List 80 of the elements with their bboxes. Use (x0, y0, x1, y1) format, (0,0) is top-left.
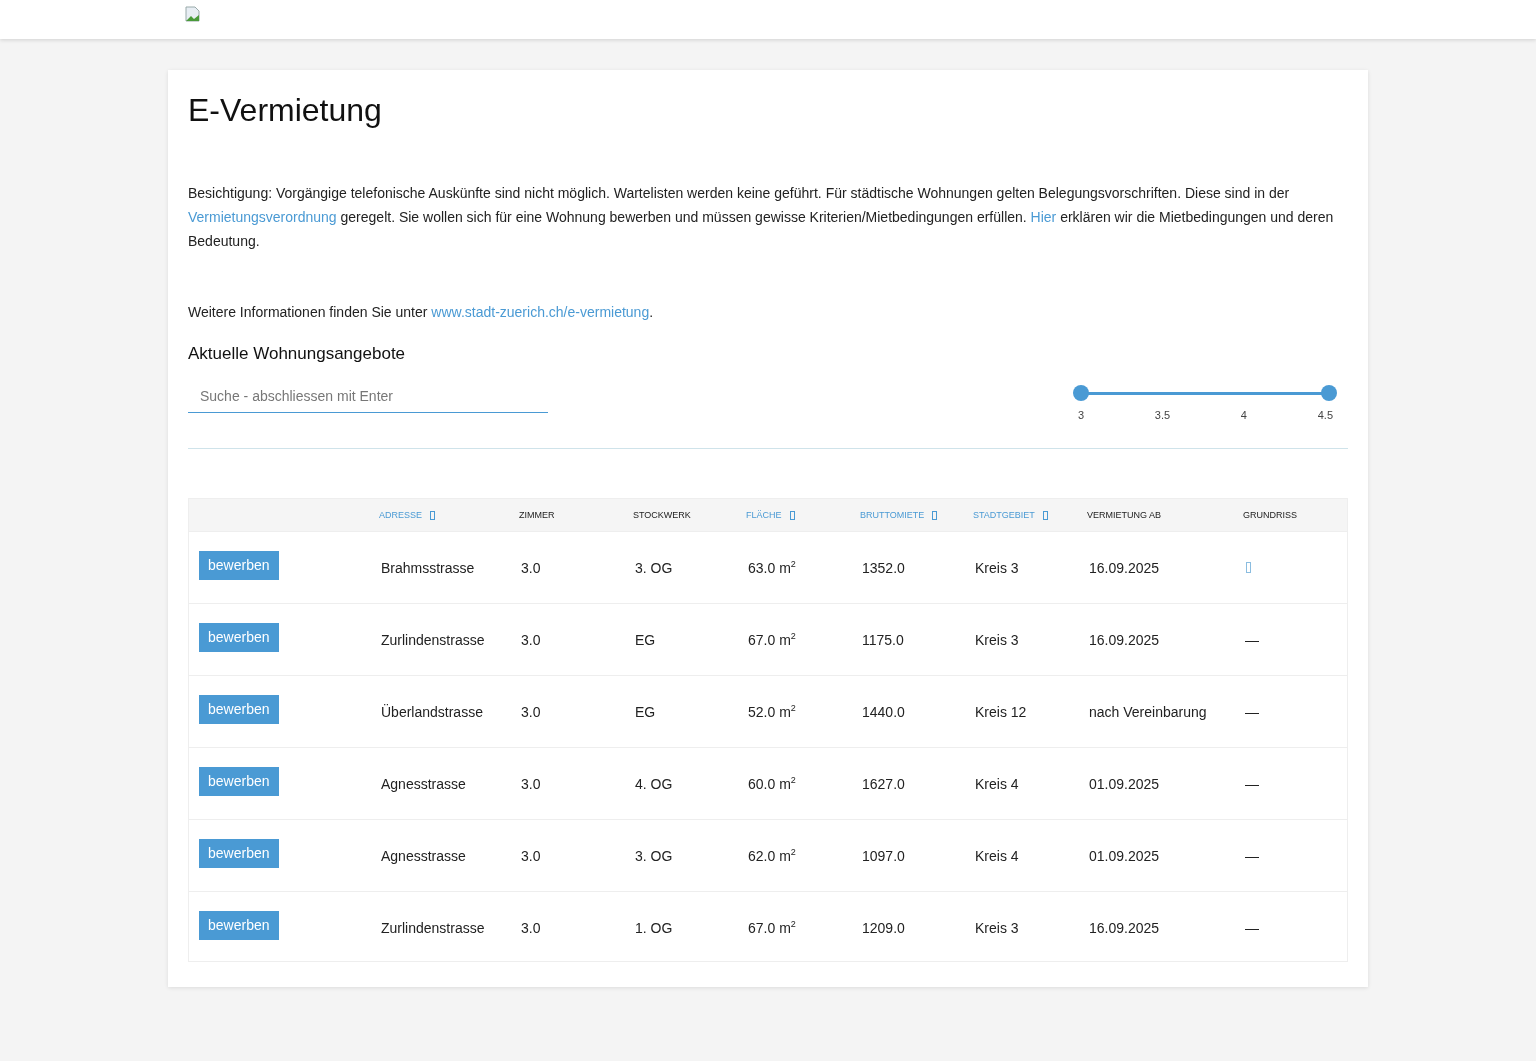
table-cell-text: — (1244, 919, 1259, 936)
column-header[interactable]: STADTGEBIET (973, 510, 1035, 520)
table-cell-text: Kreis 4 (974, 775, 1019, 792)
table-cell-text: 1097.0 (861, 847, 905, 864)
table-cell-text: 3.0 (520, 631, 541, 648)
table-cell-text: Kreis 3 (974, 631, 1019, 648)
table-cell-text: 1352.0 (861, 559, 905, 576)
table-cell-text: 67.0 m$^{2}$ (747, 631, 796, 648)
table-cell-text: 3. OG (634, 847, 673, 864)
apply-button[interactable]: bewerben (199, 839, 279, 868)
table-cell-text: 01.09.2025 (1088, 847, 1160, 864)
sort-icon[interactable] (932, 510, 938, 520)
range-slider[interactable] (1073, 385, 1337, 401)
tick-label: 4.5 (1317, 409, 1333, 421)
floor-plan-icon[interactable] (1246, 562, 1251, 573)
sort-icon[interactable] (430, 510, 435, 520)
text-link[interactable]: Vermietungsverordnung (188, 209, 337, 225)
table-cell-text: 3. OG (634, 559, 673, 576)
table-cell-text: Kreis 12 (974, 703, 1027, 720)
tick-label: 3.5 (1154, 409, 1171, 421)
table-cell-text: — (1244, 775, 1259, 792)
table-cell-text: EG (634, 703, 656, 720)
table-cell-text: 1209.0 (861, 919, 905, 936)
table-cell-text: 52.0 m$^{2}$ (747, 703, 796, 720)
table-cell-text: 1. OG (634, 919, 673, 936)
table-cell-text: Agnesstrasse (380, 775, 466, 792)
section-heading: Aktuelle Wohnungsangebote (188, 344, 407, 364)
table-cell-text: — (1244, 703, 1259, 720)
column-header[interactable]: BRUTTOMIETE (860, 510, 925, 520)
column-header: STOCKWERK (633, 510, 691, 520)
table-cell-text: 01.09.2025 (1088, 775, 1160, 792)
column-header: ZIMMER (519, 510, 555, 520)
table-cell-text: 67.0 m$^{2}$ (747, 919, 796, 936)
apply-button[interactable]: bewerben (199, 551, 279, 580)
table-cell-text: Zurlindenstrasse (380, 631, 485, 648)
column-header[interactable]: FLÄCHE (746, 510, 782, 520)
sort-icon[interactable] (1042, 510, 1048, 520)
table-cell-text: nach Vereinbarung (1088, 703, 1207, 720)
table-cell-text: Zurlindenstrasse (380, 919, 485, 936)
table-cell-text: 3.0 (520, 847, 541, 864)
table-cell-text: 3.0 (520, 775, 541, 792)
apply-button[interactable]: bewerben (199, 911, 279, 940)
column-header: VERMIETUNG AB (1087, 510, 1161, 520)
page-title: E-Vermietung (188, 92, 383, 129)
table-cell-text: 62.0 m$^{2}$ (747, 847, 796, 864)
table-cell-text: 3.0 (520, 919, 541, 936)
table-cell-text: 16.09.2025 (1088, 631, 1160, 648)
table-cell-text: Überlandstrasse (380, 703, 483, 720)
table-cell-text: 3.0 (520, 703, 541, 720)
slider-thumb[interactable] (1073, 384, 1089, 401)
paragraph: Besichtigung: Vorgängige telefonische Auskünfte sind nicht möglich. Wartelisten werden keine geführt. Für städtische Wohnungen gelten Belegungsvorschriften. Diese sind in der Vermietungsverordnung geregelt. Sie wollen sich für eine Wohnung bewerben und müssen gewisse Kriterien/Mietbedingungen erfüllen. Hier erklären wir die Mietbedingungen und deren Bedeutung. (188, 184, 1335, 251)
column-header[interactable]: ADRESSE (379, 510, 422, 520)
table-cell-text: 16.09.2025 (1088, 559, 1160, 576)
column-header: GRUNDRISS (1243, 510, 1297, 520)
tick-label: 4 (1240, 409, 1247, 421)
table-cell-text: Kreis 3 (974, 559, 1019, 576)
table-cell-text: EG (634, 631, 656, 648)
text-link[interactable]: Hier (1030, 209, 1057, 225)
table-cell-text: 1175.0 (861, 631, 904, 648)
table-cell-text: 3.0 (520, 559, 541, 576)
table-cell-text: 1627.0 (861, 775, 905, 792)
table-cell-text: Brahmsstrasse (380, 559, 475, 576)
table-cell-text: — (1244, 847, 1259, 864)
broken-image-icon (185, 5, 201, 22)
tick-label: 3 (1078, 409, 1085, 421)
sort-icon[interactable] (789, 510, 795, 520)
slider-thumb[interactable] (1321, 384, 1337, 401)
table-cell-text: 63.0 m$^{2}$ (747, 559, 796, 576)
apply-button[interactable]: bewerben (199, 695, 279, 724)
table-cell-text: Kreis 3 (974, 919, 1019, 936)
table-cell-text: 16.09.2025 (1088, 919, 1160, 936)
apply-button[interactable]: bewerben (199, 623, 279, 652)
table-cell-text: — (1244, 631, 1259, 648)
apply-button[interactable]: bewerben (199, 767, 279, 796)
table-cell-text: Kreis 4 (974, 847, 1019, 864)
table-cell-text: 60.0 m$^{2}$ (747, 775, 796, 792)
paragraph: Weitere Informationen finden Sie unter www.stadt-zuerich.ch/e-vermietung. (188, 303, 655, 322)
table-cell-text: 1440.0 (861, 703, 905, 720)
table-cell-text: Agnesstrasse (380, 847, 466, 864)
table-cell-text: 4. OG (634, 775, 673, 792)
